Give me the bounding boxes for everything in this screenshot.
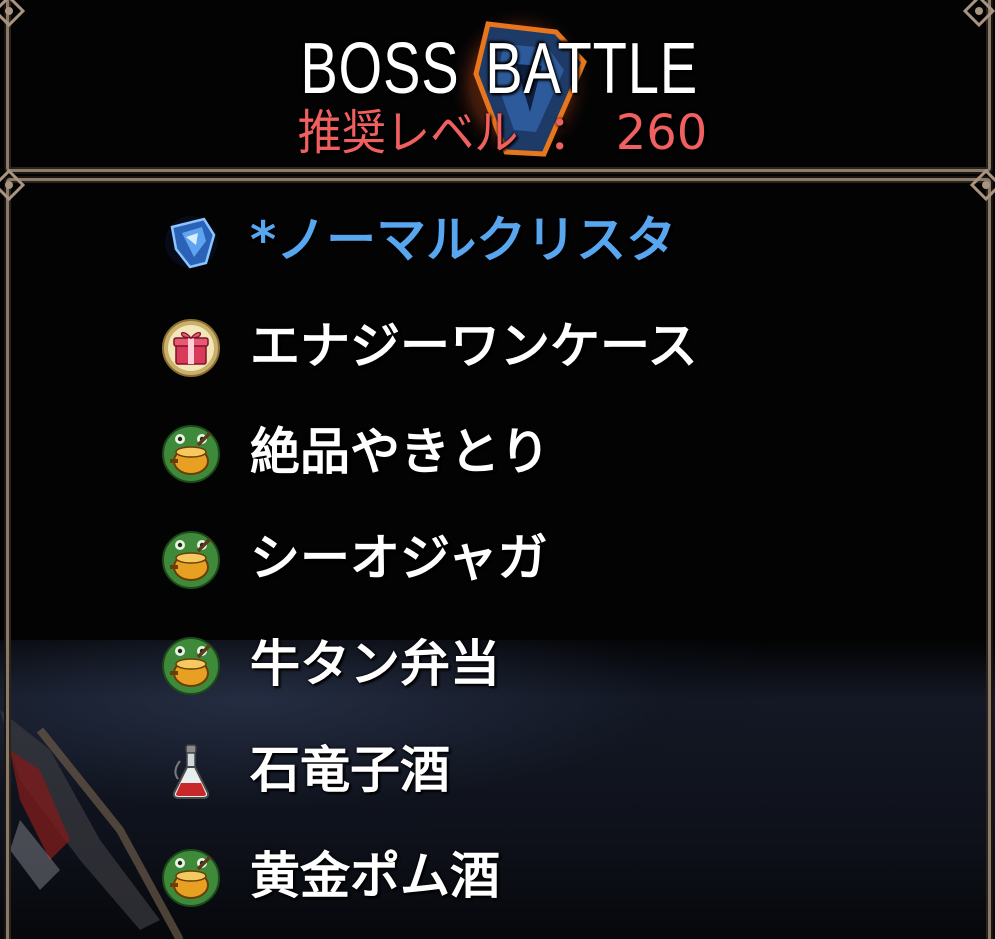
reward-name: シーオジャガ: [250, 529, 548, 587]
food-pot-icon: [162, 849, 220, 907]
reward-item[interactable]: *ノーマルクリスタ: [160, 205, 920, 311]
frame-ornament-top-left: [0, 0, 26, 28]
reward-item[interactable]: エナジーワンケース: [160, 311, 920, 417]
page-title: BOSS BATTLE: [300, 29, 698, 109]
blue-crystal-icon: [165, 216, 217, 269]
reward-name: エナジーワンケース: [250, 317, 698, 375]
recommended-level: 推奨レベル ： 260: [0, 103, 995, 163]
reward-name: 石竜子酒: [250, 741, 450, 799]
reward-name: 牛タン弁当: [250, 635, 500, 693]
reward-item[interactable]: 絶品やきとり: [160, 417, 920, 523]
potion-flask-icon: [172, 744, 210, 799]
reward-list: *ノーマルクリスタ エナジーワンケース 絶品やきとり シーオジャガ 牛タン弁当 …: [160, 205, 920, 939]
reward-name: *ノーマルクリスタ: [250, 211, 677, 269]
frame-ornament-right: [969, 168, 995, 202]
reward-item[interactable]: 牛タン弁当: [160, 629, 920, 735]
reward-item[interactable]: シーオジャガ: [160, 523, 920, 629]
boss-battle-panel: BOSS BATTLE 推奨レベル： 260 *ノーマルクリスタ エナジーワンケ…: [0, 0, 995, 939]
food-pot-icon: [162, 531, 220, 589]
recommended-level-separator: ：: [547, 105, 596, 161]
food-pot-icon: [162, 637, 220, 695]
reward-name: 黄金ポム酒: [250, 847, 500, 905]
recommended-level-label: 推奨レベル: [297, 105, 519, 161]
frame-ornament-left: [0, 168, 26, 202]
reward-item[interactable]: 黄金ポム酒: [160, 841, 920, 939]
reward-name: 絶品やきとり: [250, 423, 550, 481]
food-pot-icon: [162, 425, 220, 483]
frame-ornament-top-right: [962, 0, 995, 28]
gift-box-icon: [162, 319, 220, 377]
reward-item[interactable]: 石竜子酒: [160, 735, 920, 841]
recommended-level-value: 260: [615, 105, 708, 161]
